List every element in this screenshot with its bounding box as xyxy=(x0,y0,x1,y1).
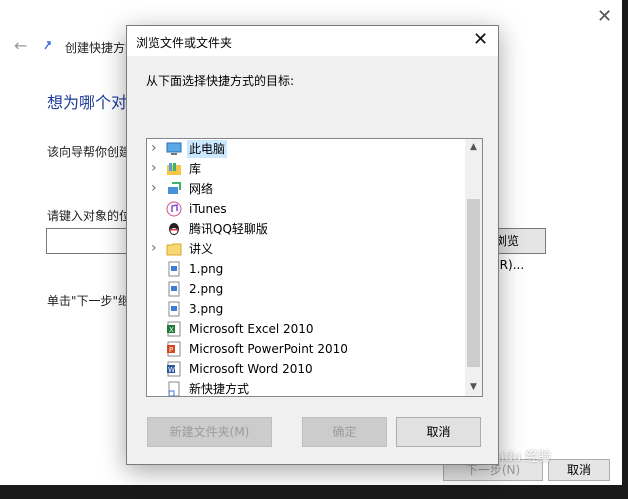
desktop-edge xyxy=(0,485,628,499)
dialog-titlebar: 浏览文件或文件夹 ✕ xyxy=(127,26,498,56)
shortcut-file-icon xyxy=(168,381,180,396)
tree-item[interactable]: P Microsoft PowerPoint 2010 xyxy=(147,339,465,359)
tree-item[interactable]: 新快捷方式 xyxy=(147,379,465,396)
dialog-cancel-button[interactable]: 取消 xyxy=(396,417,481,447)
tree-item[interactable]: › 讲义 xyxy=(147,239,465,259)
tree-item-label: Microsoft PowerPoint 2010 xyxy=(189,342,348,356)
tree-item[interactable]: › 网络 xyxy=(147,179,465,199)
desktop-edge xyxy=(622,0,628,499)
wizard-heading: 想为哪个对 xyxy=(47,93,128,112)
tree-item[interactable]: 2.png xyxy=(147,279,465,299)
wizard-cancel-button[interactable]: 取消 xyxy=(548,459,610,481)
tree-item[interactable]: X Microsoft Excel 2010 xyxy=(147,319,465,339)
network-icon xyxy=(168,182,181,194)
dialog-close-icon[interactable]: ✕ xyxy=(473,29,488,50)
new-folder-button[interactable]: 新建文件夹(M) xyxy=(147,417,272,447)
tree-item-label: 1.png xyxy=(189,262,224,276)
qq-icon xyxy=(169,223,179,235)
wizard-app-icon xyxy=(44,41,51,50)
location-input[interactable] xyxy=(46,228,130,254)
expand-chevron-icon[interactable]: › xyxy=(151,161,161,175)
tree-scrollbar[interactable]: ▲ ▼ xyxy=(465,139,482,396)
word-icon: W xyxy=(167,361,181,377)
folder-tree[interactable]: › 此电脑 › 库 › 网络 iTunes 腾讯QQ轻聊版 › 讲义 1.png 2.png 3.png… xyxy=(146,138,483,397)
wizard-close-icon[interactable]: ✕ xyxy=(597,6,612,27)
dialog-title: 浏览文件或文件夹 xyxy=(136,36,233,50)
tree-item[interactable]: › 库 xyxy=(147,159,465,179)
expand-chevron-icon[interactable]: › xyxy=(151,181,161,195)
svg-text:P: P xyxy=(169,346,173,354)
itunes-icon xyxy=(166,201,182,217)
tree-item[interactable]: W Microsoft Word 2010 xyxy=(147,359,465,379)
svg-text:W: W xyxy=(168,366,175,374)
tree-item[interactable]: 腾讯QQ轻聊版 xyxy=(147,219,465,239)
expand-chevron-icon[interactable]: › xyxy=(151,241,161,255)
tree-item[interactable]: › 此电脑 xyxy=(147,139,465,159)
continue-hint: 单击"下一步"继 xyxy=(47,294,131,308)
scroll-up-icon[interactable]: ▲ xyxy=(465,139,482,156)
tree-item-label: 3.png xyxy=(189,302,224,316)
tree-item-label: 2.png xyxy=(189,282,224,296)
tree-item-label: Microsoft Excel 2010 xyxy=(189,322,314,336)
expand-chevron-icon[interactable]: › xyxy=(151,141,161,155)
image-file-icon xyxy=(168,301,180,317)
folder-icon xyxy=(166,243,182,256)
tree-item-label: 讲义 xyxy=(189,242,214,256)
image-file-icon xyxy=(168,281,180,297)
tree-item-label: 网络 xyxy=(189,182,214,196)
back-arrow-icon[interactable]: ← xyxy=(14,36,27,55)
tree-item-label: Microsoft Word 2010 xyxy=(189,362,313,376)
tree-item-label: 腾讯QQ轻聊版 xyxy=(189,222,268,236)
computer-icon xyxy=(166,142,182,155)
svg-text:X: X xyxy=(169,326,174,334)
scroll-thumb[interactable] xyxy=(467,199,480,367)
tree-item-label: 新快捷方式 xyxy=(189,382,250,396)
dialog-instruction: 从下面选择快捷方式的目标: xyxy=(146,74,295,88)
tree-item-label: 库 xyxy=(189,162,202,176)
library-icon xyxy=(167,163,181,175)
browse-dialog: 浏览文件或文件夹 ✕ 从下面选择快捷方式的目标: › 此电脑 › 库 › 网络 iTunes… xyxy=(126,25,499,465)
powerpoint-icon: P xyxy=(167,341,181,357)
excel-icon: X xyxy=(167,321,181,337)
tree-item-label: iTunes xyxy=(189,202,227,216)
location-prompt: 请键入对象的位 xyxy=(47,209,132,223)
image-file-icon xyxy=(168,261,180,277)
tree-item[interactable]: iTunes xyxy=(147,199,465,219)
scroll-down-icon[interactable]: ▼ xyxy=(465,379,482,396)
tree-item[interactable]: 3.png xyxy=(147,299,465,319)
tree-item[interactable]: 1.png xyxy=(147,259,465,279)
ok-button[interactable]: 确定 xyxy=(302,417,387,447)
wizard-description: 该向导帮你创建 xyxy=(47,145,132,159)
tree-item-label: 此电脑 xyxy=(187,140,228,158)
